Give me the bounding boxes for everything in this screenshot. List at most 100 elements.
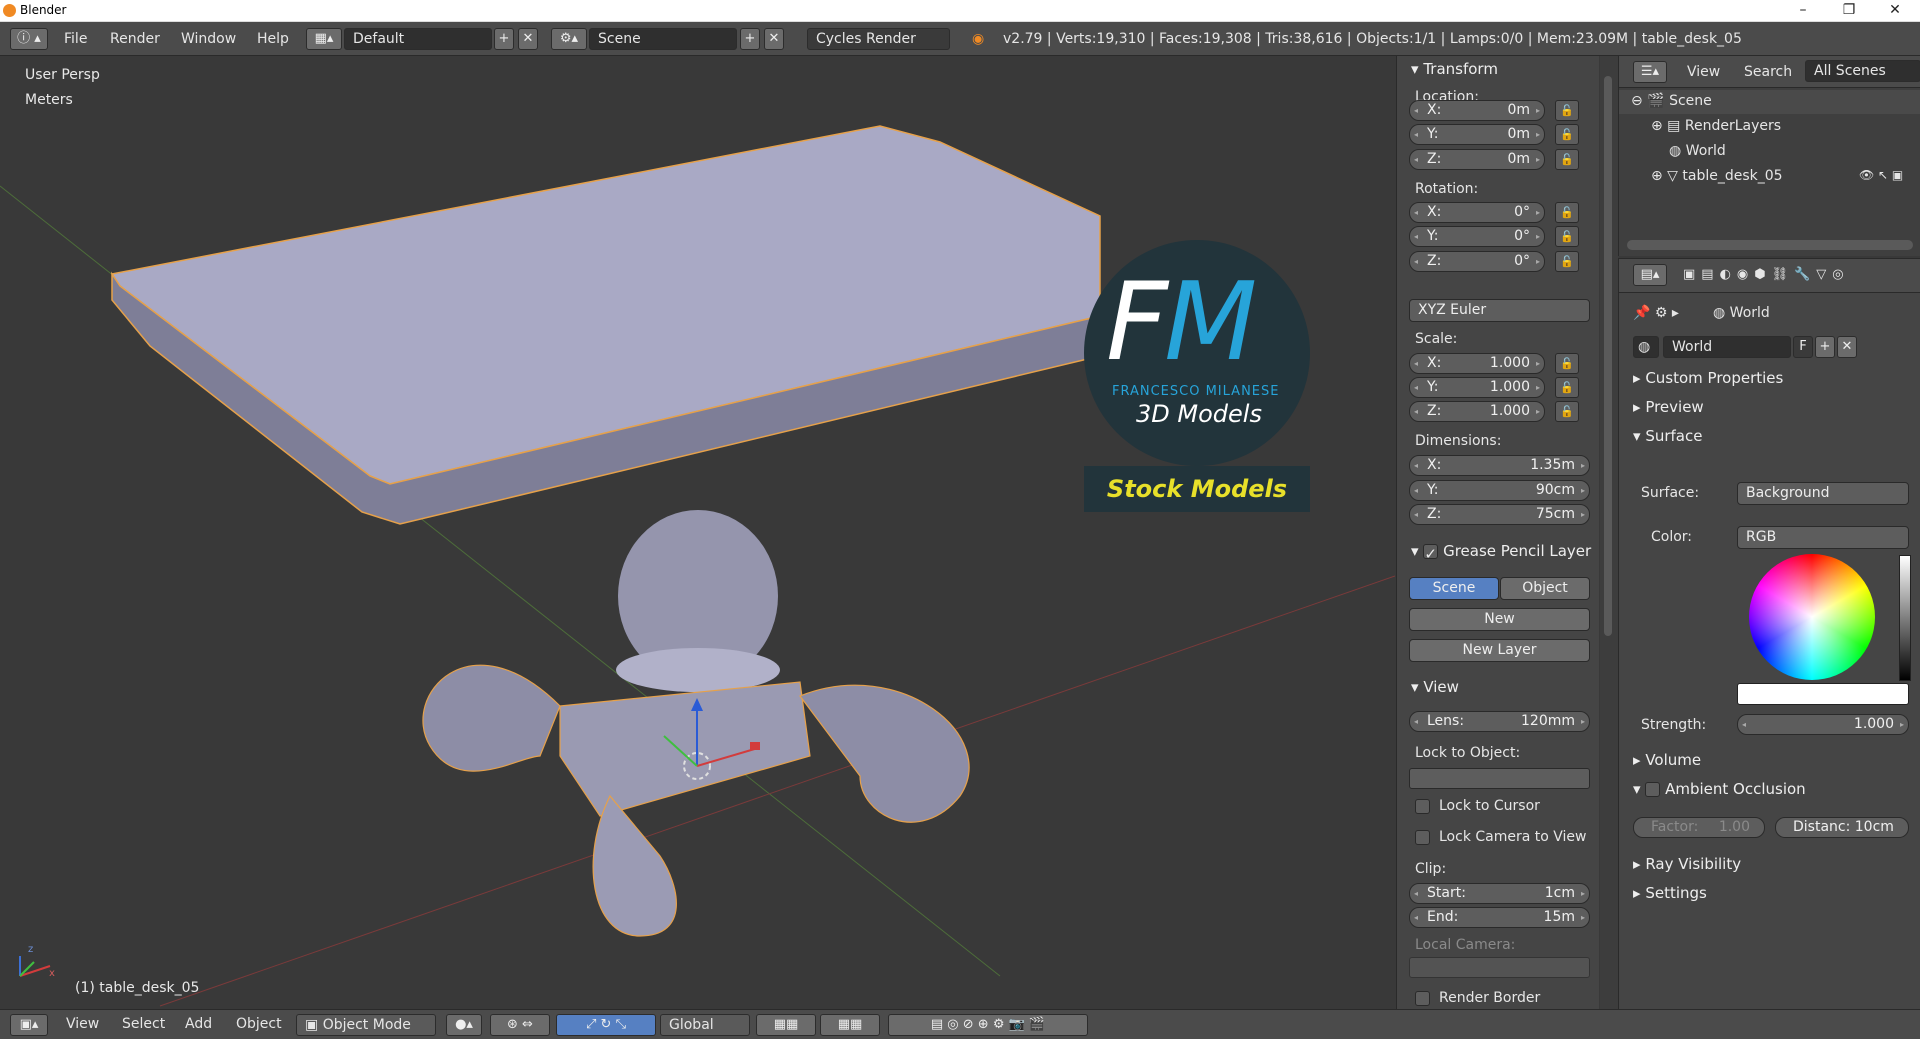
- grease-new-button[interactable]: New: [1409, 608, 1590, 631]
- location-y-field[interactable]: ◂ Y: 0m ▸: [1409, 124, 1545, 145]
- scene-icon[interactable]: ⚙▴: [551, 28, 587, 50]
- lock-icon[interactable]: 🔓: [1555, 377, 1579, 398]
- outliner-search-menu[interactable]: Search: [1744, 64, 1792, 80]
- color-mode-select[interactable]: RGB: [1737, 526, 1909, 549]
- dimension-z-field[interactable]: ◂ Z: 75cm ▸: [1409, 504, 1590, 525]
- strength-field[interactable]: ◂ 1.000 ▸: [1737, 714, 1909, 735]
- scale-y-field[interactable]: ◂ Y: 1.000 ▸: [1409, 377, 1545, 398]
- manipulator-icons[interactable]: ⤢ ↻ ⤡: [556, 1014, 656, 1036]
- lens-field[interactable]: ◂ Lens: 120mm ▸: [1409, 711, 1590, 732]
- properties-editor-icon[interactable]: ▤▴: [1633, 264, 1667, 286]
- lock-object-field[interactable]: [1409, 768, 1590, 789]
- rotation-y-field[interactable]: ◂ Y: 0° ▸: [1409, 226, 1545, 247]
- lock-icon[interactable]: 🔓: [1555, 100, 1579, 121]
- lock-camera-checkbox[interactable]: [1415, 830, 1430, 845]
- local-camera-field[interactable]: [1409, 957, 1590, 978]
- custom-properties-panel[interactable]: ▸ Custom Properties: [1633, 369, 1783, 387]
- properties-tabs[interactable]: ▣▤◐◉⬢⛓🔧▽◎: [1683, 267, 1850, 282]
- world-item[interactable]: ◍ World: [1669, 143, 1726, 159]
- menu-select[interactable]: Select: [122, 1016, 165, 1032]
- grease-pencil-header[interactable]: ▾ ✓ Grease Pencil Layer: [1411, 542, 1591, 563]
- lock-icon[interactable]: 🔓: [1555, 149, 1579, 170]
- ambient-occlusion-panel[interactable]: ▾ Ambient Occlusion: [1633, 780, 1806, 798]
- menu-view[interactable]: View: [66, 1016, 99, 1032]
- remove-layout-icon[interactable]: ✕: [518, 28, 538, 50]
- lock-icon[interactable]: 🔓: [1555, 251, 1579, 272]
- grease-scene-tab[interactable]: Scene: [1409, 577, 1499, 600]
- scale-x-field[interactable]: ◂ X: 1.000 ▸: [1409, 353, 1545, 374]
- editor-type-info-icon[interactable]: ⓘ ▴: [10, 28, 48, 50]
- transform-header[interactable]: ▾ Transform: [1411, 60, 1498, 78]
- orientation-select[interactable]: Global: [660, 1014, 750, 1036]
- layers-grid-a[interactable]: ▦▦: [756, 1014, 816, 1036]
- surface-select[interactable]: Background: [1737, 482, 1909, 505]
- scene-field[interactable]: Scene: [589, 28, 737, 50]
- menu-object[interactable]: Object: [236, 1016, 282, 1032]
- menu-window[interactable]: Window: [181, 29, 236, 50]
- scale-z-field[interactable]: ◂ Z: 1.000 ▸: [1409, 401, 1545, 422]
- pin-icon[interactable]: 📌 ⚙ ▸: [1633, 305, 1679, 321]
- lock-icon[interactable]: 🔓: [1555, 353, 1579, 374]
- lock-cursor-checkbox[interactable]: [1415, 799, 1430, 814]
- outliner-editor-icon[interactable]: ☰▴: [1633, 61, 1667, 83]
- settings-panel[interactable]: ▸ Settings: [1633, 884, 1707, 902]
- new-layer-button[interactable]: New Layer: [1409, 639, 1590, 662]
- 3d-viewport[interactable]: User Persp Meters (1) table_desk_05 z x …: [0, 56, 1395, 1009]
- outliner-filter-select[interactable]: All Scenes: [1805, 60, 1920, 82]
- editor-type-3dview-icon[interactable]: ▣▴: [10, 1014, 48, 1036]
- unlink-world-icon[interactable]: ✕: [1837, 336, 1857, 358]
- menu-help[interactable]: Help: [257, 29, 289, 50]
- ao-factor-field[interactable]: Factor: 1.00: [1633, 817, 1765, 838]
- snap-render-icons[interactable]: ▤ ◎ ⊘ ⊕ ⚙ 📷 🎬: [888, 1014, 1088, 1036]
- dimension-y-field[interactable]: ◂ Y: 90cm ▸: [1409, 480, 1590, 501]
- remove-scene-icon[interactable]: ✕: [764, 28, 784, 50]
- maximize-button[interactable]: ❐: [1826, 0, 1872, 22]
- lock-icon[interactable]: 🔓: [1555, 124, 1579, 145]
- lock-icon[interactable]: 🔓: [1555, 202, 1579, 223]
- pivot-icon[interactable]: ⊛ ⇔: [490, 1014, 550, 1036]
- add-layout-icon[interactable]: +: [494, 28, 514, 50]
- menu-render[interactable]: Render: [110, 29, 160, 50]
- render-engine-select[interactable]: Cycles Render: [807, 28, 950, 50]
- mode-select[interactable]: ▣ Object Mode: [296, 1014, 436, 1036]
- add-scene-icon[interactable]: +: [740, 28, 760, 50]
- color-swatch[interactable]: [1737, 683, 1909, 705]
- menu-add[interactable]: Add: [185, 1016, 212, 1032]
- fake-user-button[interactable]: F: [1793, 336, 1813, 358]
- volume-panel[interactable]: ▸ Volume: [1633, 751, 1701, 769]
- world-browse-icon[interactable]: ◍: [1633, 336, 1659, 358]
- new-world-icon[interactable]: +: [1815, 336, 1835, 358]
- scene-item[interactable]: ⊖ 🎬 Scene: [1631, 93, 1712, 109]
- screen-layout-icon[interactable]: ▦▴: [306, 28, 342, 50]
- menu-file[interactable]: File: [64, 29, 87, 50]
- preview-panel[interactable]: ▸ Preview: [1633, 398, 1704, 416]
- ray-visibility-panel[interactable]: ▸ Ray Visibility: [1633, 855, 1741, 873]
- clip-end-field[interactable]: ◂ End: 15m ▸: [1409, 907, 1590, 928]
- render-border-checkbox[interactable]: [1415, 991, 1430, 1006]
- ao-distance-field[interactable]: Distanc: 10cm: [1775, 817, 1909, 838]
- shading-icon[interactable]: ●▴: [446, 1014, 482, 1036]
- world-name-field[interactable]: World: [1663, 336, 1791, 358]
- lock-icon[interactable]: 🔓: [1555, 226, 1579, 247]
- value-slider[interactable]: [1899, 555, 1911, 681]
- location-z-field[interactable]: ◂ Z: 0m ▸: [1409, 149, 1545, 170]
- table-object-item[interactable]: ⊕ ▽ table_desk_05: [1651, 168, 1783, 184]
- location-x-field[interactable]: ◂ X: 0m ▸: [1409, 100, 1545, 121]
- shelf-scrollbar[interactable]: [1600, 56, 1618, 1009]
- outliner-view-menu[interactable]: View: [1687, 64, 1720, 80]
- grease-object-tab[interactable]: Object: [1500, 577, 1590, 600]
- close-button[interactable]: ✕: [1872, 0, 1918, 22]
- renderlayers-item[interactable]: ⊕ ▤ RenderLayers: [1651, 118, 1781, 134]
- rotation-x-field[interactable]: ◂ X: 0° ▸: [1409, 202, 1545, 223]
- lock-icon[interactable]: 🔓: [1555, 401, 1579, 422]
- surface-panel[interactable]: ▾ Surface: [1633, 427, 1702, 445]
- screen-layout-field[interactable]: Default: [344, 28, 492, 50]
- rotation-z-field[interactable]: ◂ Z: 0° ▸: [1409, 251, 1545, 272]
- view-header[interactable]: ▾ View: [1411, 678, 1459, 696]
- minimize-button[interactable]: –: [1780, 0, 1826, 22]
- visibility-eye-icon[interactable]: 👁 ↖ ▣: [1859, 168, 1903, 182]
- dimension-x-field[interactable]: ◂ X: 1.35m ▸: [1409, 455, 1590, 476]
- layers-grid-b[interactable]: ▦▦: [820, 1014, 880, 1036]
- rotation-mode-select[interactable]: XYZ Euler: [1409, 299, 1590, 322]
- clip-start-field[interactable]: ◂ Start: 1cm ▸: [1409, 883, 1590, 904]
